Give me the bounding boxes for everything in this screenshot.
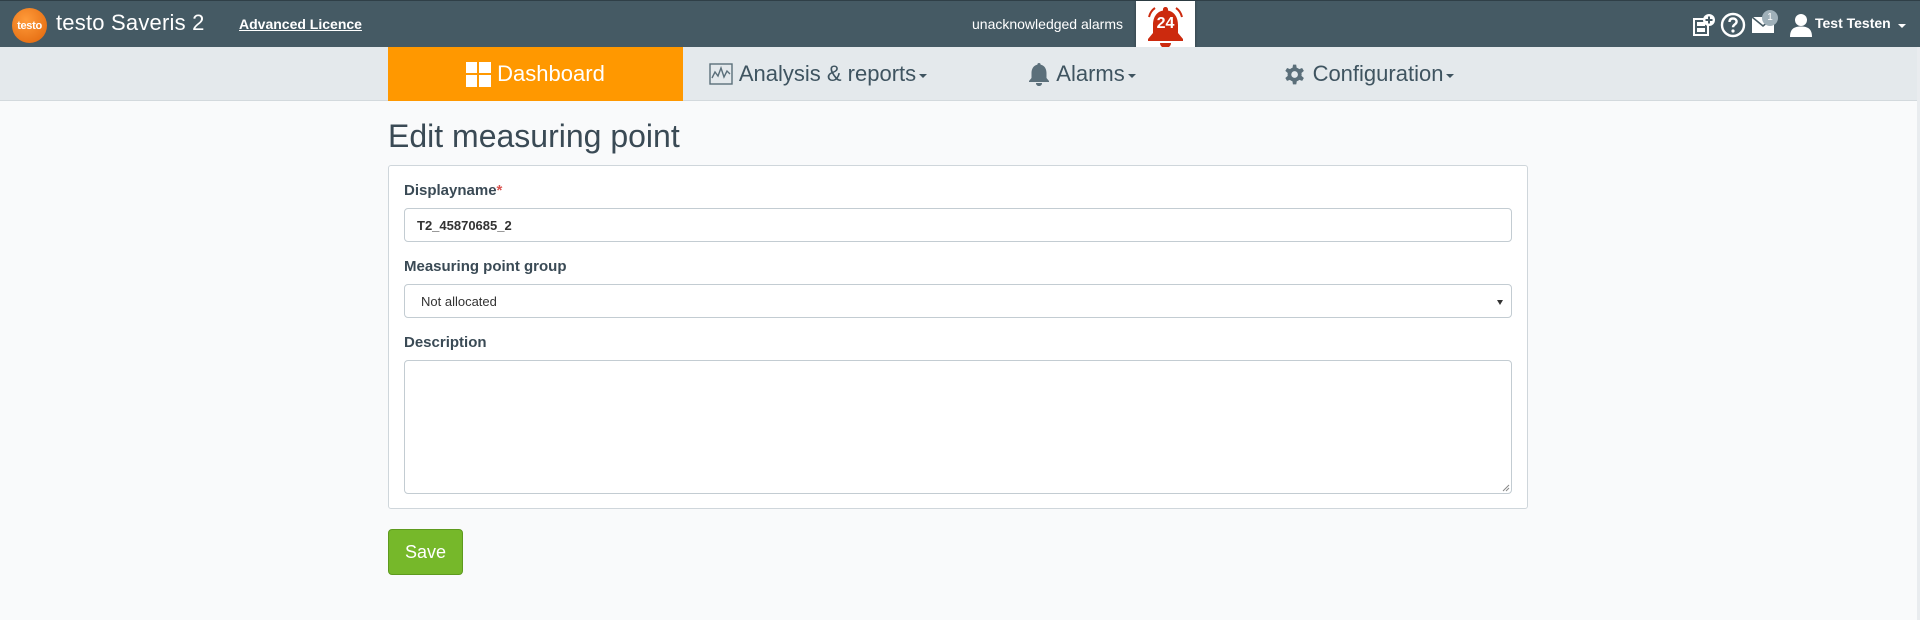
- licence-link[interactable]: Advanced Licence: [239, 16, 362, 32]
- save-button[interactable]: Save: [388, 529, 463, 575]
- measuring-point-group-label: Measuring point group: [404, 258, 567, 275]
- displayname-label-text: Displayname: [404, 182, 497, 199]
- group-selected-value: Not allocated: [421, 293, 497, 309]
- chevron-down-icon: [1897, 24, 1906, 28]
- nav-dashboard[interactable]: Dashboard: [388, 47, 683, 101]
- bell-icon: [1029, 63, 1050, 86]
- user-menu[interactable]: Test Testen: [1815, 15, 1906, 31]
- resize-handle-icon[interactable]: [1502, 484, 1510, 492]
- chevron-down-icon: [1497, 300, 1503, 305]
- user-icon[interactable]: [1790, 13, 1812, 37]
- measuring-point-group-select[interactable]: Not allocated: [404, 284, 1512, 318]
- displayname-input[interactable]: [404, 208, 1512, 242]
- unacknowledged-alarms-label: unacknowledged alarms: [972, 16, 1123, 32]
- dashboard-grid-icon: [466, 61, 492, 87]
- displayname-label: Displayname*: [404, 182, 502, 199]
- nav-alarms[interactable]: Alarms: [1024, 47, 1140, 101]
- help-icon[interactable]: [1720, 12, 1746, 38]
- main-nav: Dashboard Analysis & reports Alarms Conf…: [0, 47, 1920, 101]
- gear-icon: [1284, 64, 1304, 84]
- nav-configuration[interactable]: Configuration: [1280, 47, 1456, 101]
- testo-logo[interactable]: testo: [12, 8, 47, 43]
- chart-icon: [709, 63, 733, 85]
- chevron-down-icon: [919, 74, 928, 78]
- description-label: Description: [404, 334, 487, 351]
- nav-configuration-label: Configuration: [1312, 61, 1444, 86]
- nav-analysis-reports[interactable]: Analysis & reports: [708, 47, 928, 101]
- user-name-label: Test Testen: [1815, 15, 1891, 31]
- page-title: Edit measuring point: [388, 118, 680, 154]
- alarm-count: 24: [1156, 15, 1175, 32]
- chevron-down-icon: [1127, 74, 1136, 78]
- description-textarea[interactable]: [404, 360, 1512, 494]
- nav-dashboard-label: Dashboard: [497, 61, 605, 86]
- nav-analysis-label: Analysis & reports: [738, 61, 917, 86]
- add-widget-icon[interactable]: [1692, 13, 1716, 37]
- required-marker: *: [496, 182, 503, 199]
- nav-alarms-label: Alarms: [1056, 61, 1125, 86]
- mail-count-badge: 1: [1762, 10, 1778, 26]
- top-bar: testo testo Saveris 2 Advanced Licence u…: [0, 0, 1920, 54]
- chevron-down-icon: [1446, 74, 1455, 78]
- app-title: testo Saveris 2: [56, 10, 205, 35]
